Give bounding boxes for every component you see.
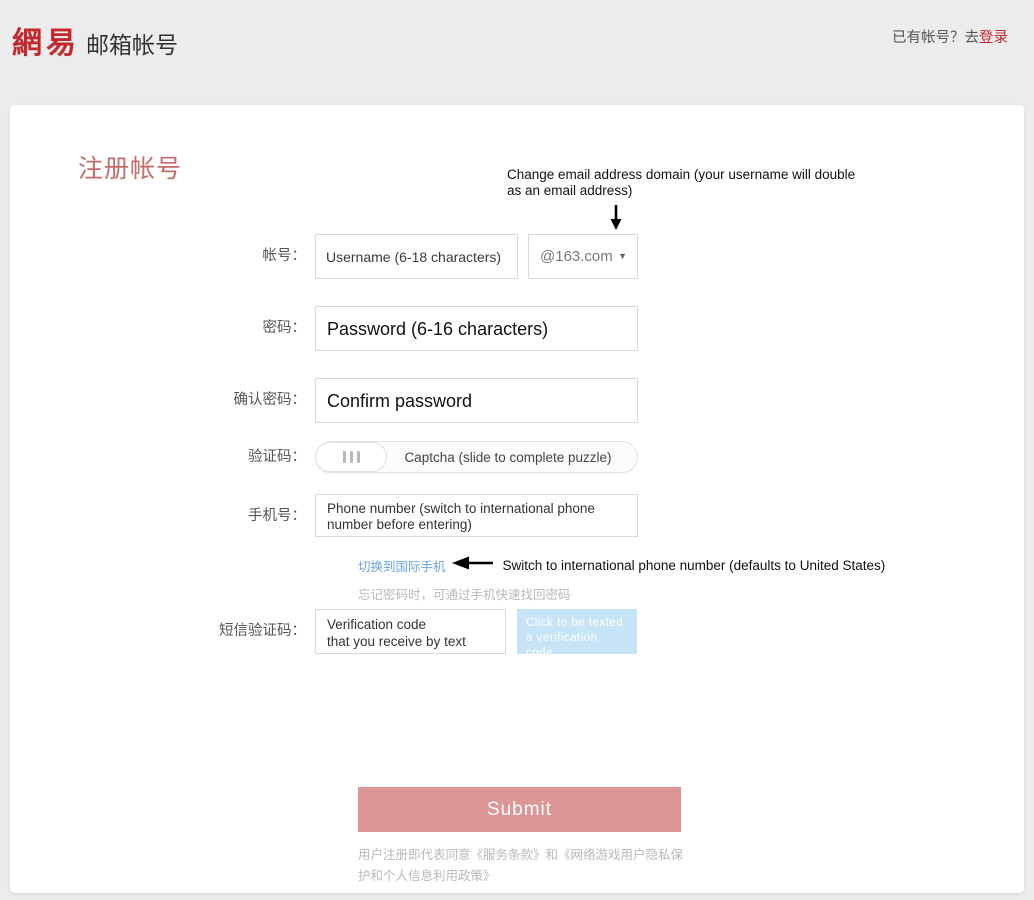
submit-button[interactable]: Submit xyxy=(358,787,681,832)
brand-name: 邮箱帐号 xyxy=(86,26,178,60)
switch-international-row: 切换到国际手机 Switch to international phone nu… xyxy=(358,556,885,575)
row-sms: 短信验证码： Verification code that you receiv… xyxy=(155,609,637,654)
sms-placeholder-line1: Verification code xyxy=(327,616,494,633)
domain-annotation: Change email address domain (your userna… xyxy=(507,167,857,199)
label-username: 帐号： xyxy=(155,234,315,279)
netease-logo: 網易 xyxy=(12,18,80,62)
row-username: 帐号： Username (6-18 characters) @163.com … xyxy=(155,234,638,279)
send-sms-code-button[interactable]: Click to be texted a verification code xyxy=(517,609,637,654)
down-arrow-icon xyxy=(609,205,623,236)
phone-input[interactable]: Phone number (switch to international ph… xyxy=(315,494,638,537)
handle-bar xyxy=(343,451,346,463)
domain-annotation-text: Change email address domain (your userna… xyxy=(507,167,857,199)
label-phone: 手机号： xyxy=(155,494,315,539)
sms-placeholder-line2: that you receive by text xyxy=(327,633,494,650)
send-sms-line1: Click to be texted xyxy=(526,616,628,631)
row-captcha: 验证码： Captcha (slide to complete puzzle) xyxy=(155,441,638,473)
terms-text: 用户注册即代表同意《服务条款》和《网络游戏用户隐私保护和个人信息利用政策》 xyxy=(358,845,683,887)
row-password: 密码： Password (6-16 characters) xyxy=(155,306,638,351)
handle-bar xyxy=(350,451,353,463)
have-account-text: 已有帐号？去 xyxy=(892,30,979,46)
page-header: 網易 邮箱帐号 已有帐号？去登录 xyxy=(0,0,1034,93)
page-title: 注册帐号 xyxy=(78,149,182,185)
switch-international-link[interactable]: 切换到国际手机 xyxy=(358,556,446,575)
label-sms: 短信验证码： xyxy=(155,609,315,654)
email-domain-select[interactable]: @163.com ▼ xyxy=(528,234,638,279)
switch-annotation-text: Switch to international phone number (de… xyxy=(503,558,886,573)
email-domain-value: @163.com xyxy=(540,248,613,265)
slider-handle-icon[interactable] xyxy=(315,442,387,472)
handle-bar xyxy=(357,451,360,463)
confirm-password-input[interactable]: Confirm password xyxy=(315,378,638,423)
login-link[interactable]: 登录 xyxy=(979,30,1008,46)
captcha-slider[interactable]: Captcha (slide to complete puzzle) xyxy=(315,441,638,473)
row-phone: 手机号： Phone number (switch to internation… xyxy=(155,494,638,539)
chevron-down-icon: ▼ xyxy=(618,252,627,261)
username-input[interactable]: Username (6-18 characters) xyxy=(315,234,518,279)
brand: 網易 邮箱帐号 xyxy=(12,18,178,62)
row-confirm-password: 确认密码： Confirm password xyxy=(155,378,638,423)
label-password: 密码： xyxy=(155,306,315,351)
password-input[interactable]: Password (6-16 characters) xyxy=(315,306,638,351)
registration-card: 注册帐号 Change email address domain (your u… xyxy=(10,105,1024,893)
have-account-area: 已有帐号？去登录 xyxy=(892,26,1008,47)
sms-code-input[interactable]: Verification code that you receive by te… xyxy=(315,609,506,654)
label-captcha: 验证码： xyxy=(155,441,315,473)
label-confirm-password: 确认密码： xyxy=(155,378,315,423)
captcha-label: Captcha (slide to complete puzzle) xyxy=(387,450,637,465)
phone-hint: 忘记密码时，可通过手机快速找回密码 xyxy=(358,584,571,603)
send-sms-line2: a verification code xyxy=(526,631,628,661)
left-arrow-icon xyxy=(452,556,494,575)
